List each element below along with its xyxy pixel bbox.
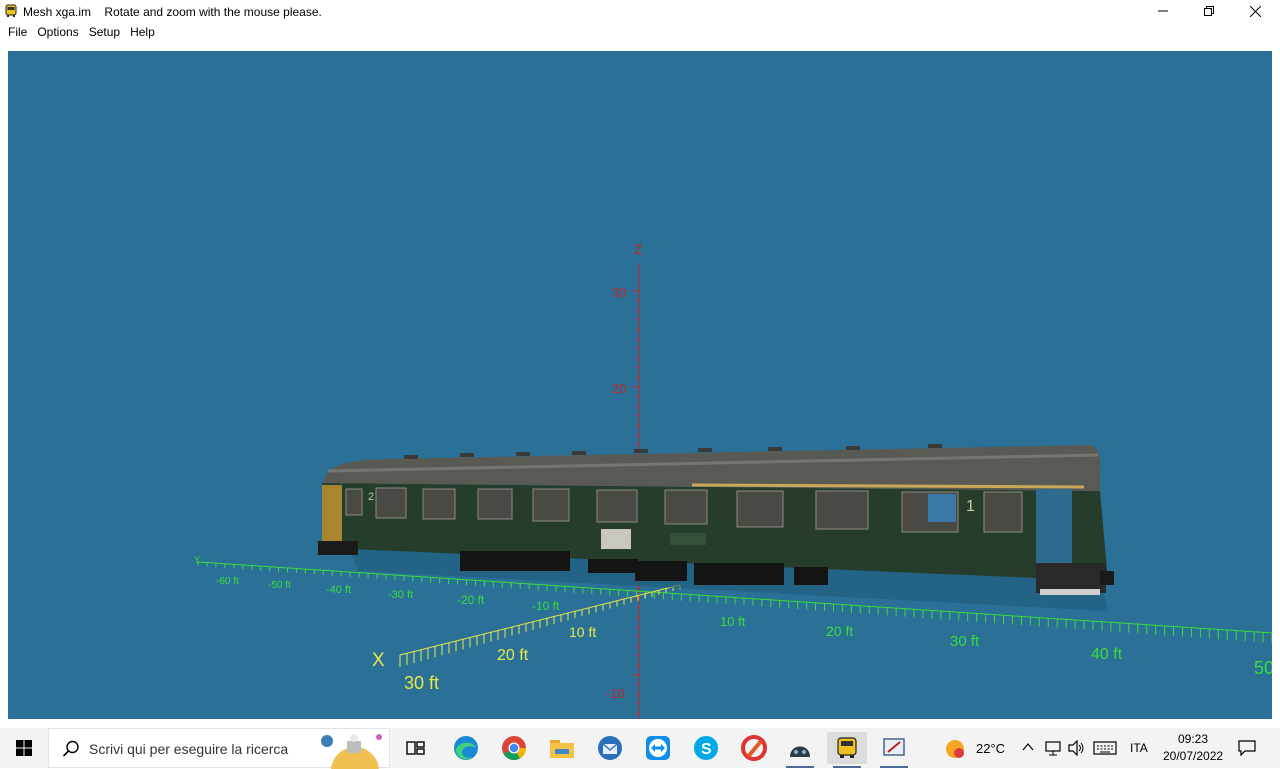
- chrome-taskbar-button[interactable]: [494, 732, 534, 764]
- close-button[interactable]: [1232, 0, 1278, 22]
- coach-window: [983, 491, 1023, 533]
- windows-logo-icon: [16, 740, 32, 756]
- network-icon[interactable]: [1045, 740, 1063, 756]
- z-tick-label: 20: [612, 381, 626, 396]
- clock-time[interactable]: 09:23: [1178, 732, 1208, 746]
- task-view-button[interactable]: [396, 732, 436, 764]
- editor-taskbar-button[interactable]: [874, 732, 914, 768]
- app-train-icon: [5, 4, 17, 17]
- chevron-up-icon[interactable]: [1022, 742, 1034, 752]
- train-app-icon: [837, 737, 857, 758]
- mesh-viewer-taskbar-button[interactable]: [827, 732, 867, 768]
- z-tick-label: 30: [612, 285, 626, 300]
- folder-icon: [550, 740, 574, 758]
- thunderbird-mail-icon: [598, 736, 622, 760]
- y-tick-label: -30 ft: [388, 589, 413, 601]
- search-icon: [62, 740, 79, 757]
- menu-options[interactable]: Options: [37, 22, 78, 42]
- coach-class-number: 2: [368, 491, 374, 503]
- minimize-icon: [1158, 10, 1168, 12]
- keyboard-icon[interactable]: [1093, 741, 1117, 755]
- close-icon: [1249, 5, 1261, 17]
- volume-icon[interactable]: [1068, 740, 1086, 756]
- coach-window: [375, 487, 407, 519]
- task-view-icon: [406, 741, 425, 755]
- start-button[interactable]: [0, 728, 48, 768]
- z-tick-label: -10: [606, 686, 625, 701]
- title-bar: Mesh xga.im Rotate and zoom with the mou…: [0, 0, 1280, 22]
- app-helmet-taskbar-button[interactable]: [780, 732, 820, 768]
- y-tick-label: 30 ft: [950, 633, 980, 650]
- y-tick-label: 50: [1254, 658, 1272, 678]
- notification-icon[interactable]: [1238, 740, 1256, 756]
- railway-coach-model[interactable]: 2 1: [318, 444, 1114, 611]
- coach-window: [345, 488, 363, 516]
- file-explorer-taskbar-button[interactable]: [542, 732, 582, 764]
- edge-taskbar-button[interactable]: [446, 732, 486, 764]
- chrome-browser-icon: [502, 736, 526, 761]
- skype-icon: S: [694, 736, 718, 760]
- svg-text:S: S: [701, 741, 712, 758]
- weather-sun-icon: [946, 740, 964, 758]
- menu-bar: File Options Setup Help: [0, 22, 1280, 42]
- coach-window: [477, 488, 513, 520]
- x-tick-label: 10 ft: [569, 624, 596, 640]
- menu-setup[interactable]: Setup: [89, 22, 120, 42]
- y-tick-label: 10 ft: [720, 614, 746, 629]
- search-placeholder: Scrivi qui per eseguire la ricerca: [89, 741, 289, 757]
- minimize-button[interactable]: [1140, 0, 1186, 22]
- x-tick-label: 20 ft: [497, 647, 529, 664]
- clock-date[interactable]: 20/07/2022: [1163, 749, 1223, 763]
- y-tick-label: -10 ft: [532, 599, 560, 613]
- y-tick-label: 40 ft: [1091, 646, 1123, 663]
- menu-file[interactable]: File: [8, 22, 27, 42]
- coach-window: [664, 489, 708, 525]
- coach-window: [596, 489, 638, 523]
- scene-canvas[interactable]: Z 30 20 -10 Y -60 ft -50 ft -40 ft -30 f…: [8, 51, 1272, 719]
- coach-class-number: 1: [966, 498, 975, 515]
- taskbar: Scrivi qui per eseguire la ricerca S 22°…: [0, 728, 1280, 769]
- menu-help[interactable]: Help: [130, 22, 155, 42]
- coach-window: [422, 488, 456, 520]
- restore-button[interactable]: [1186, 0, 1232, 22]
- weather-temperature[interactable]: 22°C: [976, 741, 1005, 756]
- y-tick-label: -50 ft: [268, 580, 291, 591]
- window-title: Mesh xga.im Rotate and zoom with the mou…: [23, 5, 322, 19]
- x-tick-label: 30 ft: [404, 673, 439, 693]
- x-axis-label: X: [372, 650, 385, 671]
- y-axis-label: Y: [194, 555, 200, 565]
- restore-icon: [1204, 6, 1214, 16]
- y-tick-label: -40 ft: [326, 584, 351, 596]
- coach-window: [736, 490, 784, 528]
- search-highlight-illustration-icon: [321, 734, 382, 769]
- ccleaner-taskbar-button[interactable]: [734, 732, 774, 764]
- y-tick-label: -20 ft: [457, 593, 485, 607]
- y-tick-label: 20 ft: [826, 623, 853, 639]
- input-language[interactable]: ITA: [1130, 741, 1148, 755]
- helmet-app-icon: [790, 746, 810, 757]
- y-tick-label: -60 ft: [216, 576, 239, 587]
- thunderbird-taskbar-button[interactable]: [590, 732, 630, 764]
- edge-browser-icon: [454, 736, 478, 760]
- monitor-editor-icon: [883, 738, 905, 756]
- z-axis-label: Z: [634, 241, 643, 257]
- ccleaner-icon: [741, 735, 767, 761]
- x-axis: X 10 ft 20 ft 30 ft: [372, 584, 681, 693]
- teamviewer-taskbar-button[interactable]: [638, 732, 678, 764]
- search-box[interactable]: Scrivi qui per eseguire la ricerca: [48, 728, 390, 769]
- coach-window: [532, 488, 570, 522]
- coach-window: [815, 490, 869, 530]
- teamviewer-icon: [646, 736, 670, 760]
- skype-taskbar-button[interactable]: S: [686, 732, 726, 764]
- 3d-viewport[interactable]: Z 30 20 -10 Y -60 ft -50 ft -40 ft -30 f…: [8, 51, 1272, 719]
